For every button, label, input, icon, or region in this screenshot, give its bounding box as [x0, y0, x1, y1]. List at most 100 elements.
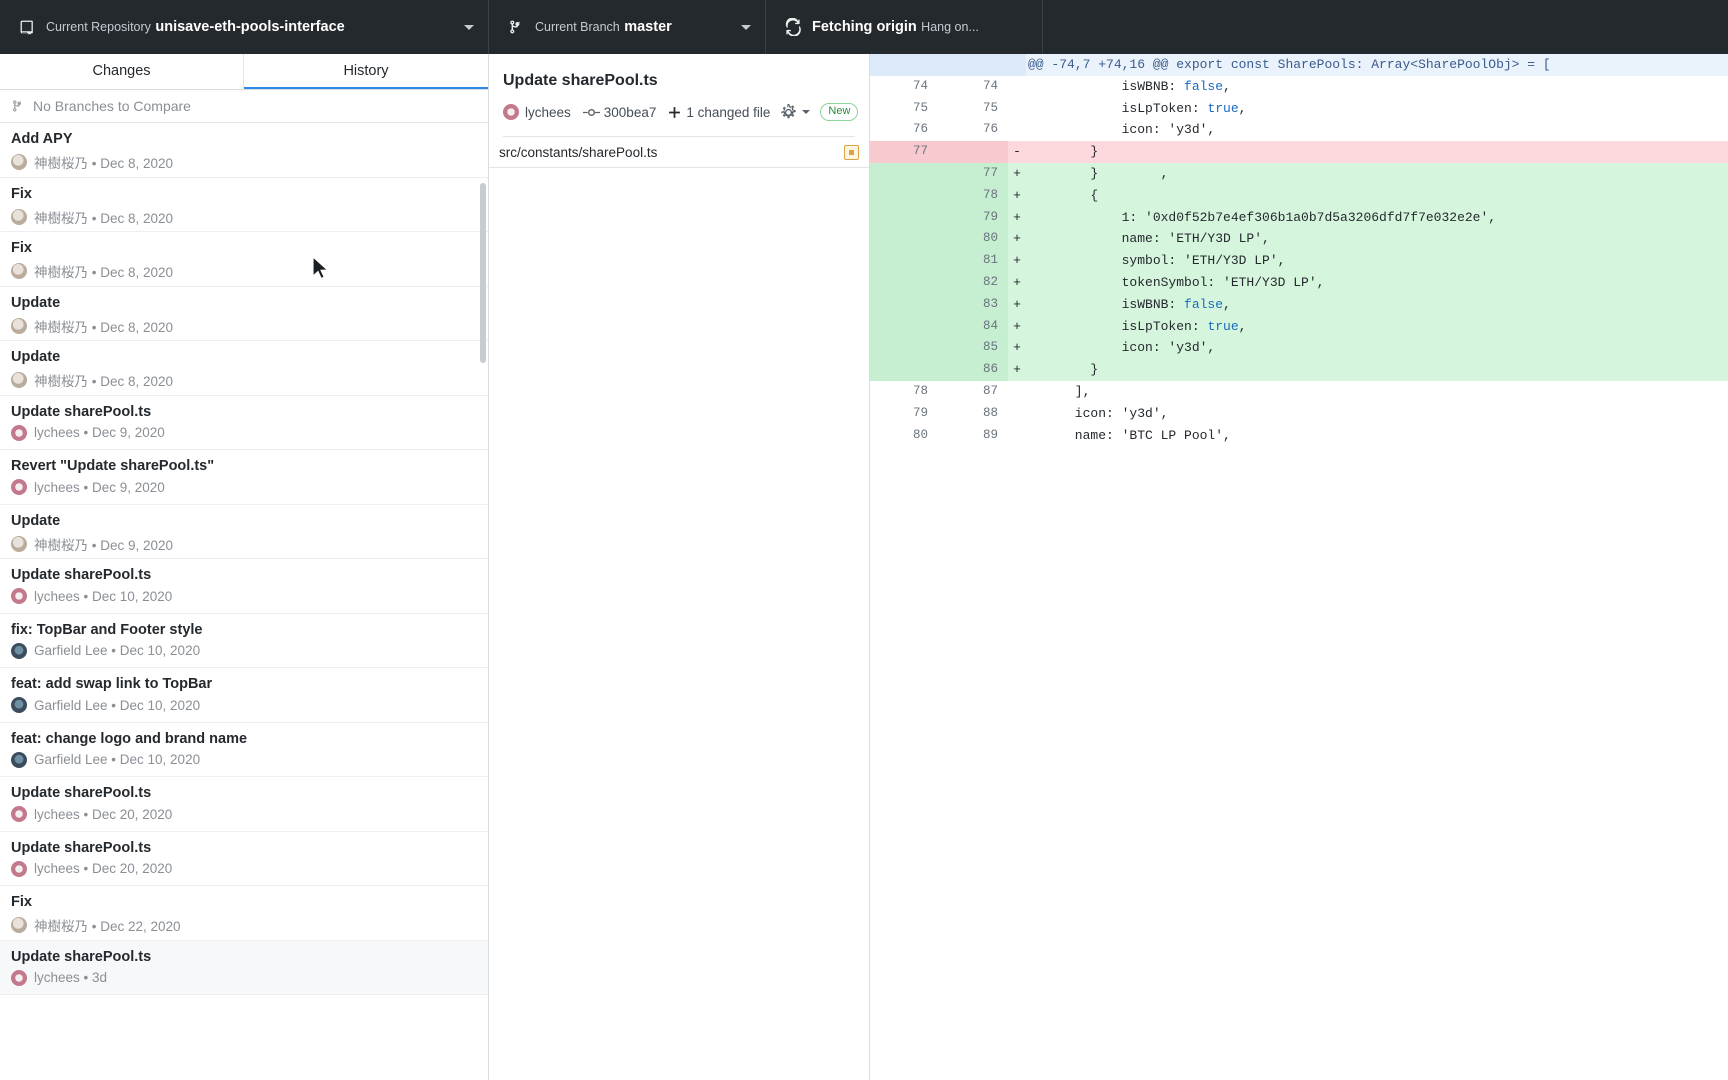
diff-line-ctx[interactable]: 80 89 name: 'BTC LP Pool', — [870, 424, 1728, 447]
commit-list-item[interactable]: Update sharePool.ts lychees • Dec 10, 202… — [0, 559, 488, 614]
toolbar-filler — [1043, 0, 1728, 54]
diff-line-add[interactable]: 79 + 1: '0xd0f52b7e4ef306b1a0b7d5a3206dfd… — [870, 206, 1728, 229]
commit-meta: 神樹桜乃 • Dec 8, 2020 — [11, 152, 476, 172]
commit-detail-header: Update sharePool.ts lychees 300bea7 1 ch… — [489, 54, 869, 137]
diff-code: } — [1028, 144, 1099, 160]
commit-list-scrollbar[interactable] — [480, 183, 486, 363]
diff-old-line-number: 75 — [912, 100, 928, 115]
diff-code: 1: '0xd0f52b7e4ef306b1a0b7d5a3206dfd7f7e… — [1028, 209, 1497, 225]
diff-old-line-number — [870, 271, 938, 294]
diff-line-del[interactable]: 77 - } — [870, 141, 1728, 163]
diff-options-button[interactable] — [780, 103, 811, 121]
diff-old-line-number — [870, 250, 938, 272]
commit-list-item[interactable]: Update 神樹桜乃 • Dec 8, 2020 — [0, 286, 488, 341]
commit-meta: 神樹桜乃 • Dec 8, 2020 — [11, 316, 476, 336]
diff-new-line-number: 89 — [982, 427, 998, 442]
commit-list-item[interactable]: Update sharePool.ts lychees • 3d — [0, 940, 488, 995]
diff-marker — [1008, 98, 1026, 120]
diff-new-line-number: 88 — [982, 405, 998, 420]
changed-files-count: 1 changed file — [668, 105, 770, 120]
sync-icon — [780, 18, 806, 36]
diff-new-line-number: 84 — [938, 315, 1008, 338]
branch-icon — [503, 19, 529, 35]
commit-meta: lychees • Dec 9, 2020 — [11, 424, 476, 441]
current-repository-button[interactable]: Current Repository unisave-eth-pools-int… — [0, 0, 489, 54]
commit-list-item[interactable]: Revert "Update sharePool.ts" lychees • De… — [0, 450, 488, 505]
diff-line-ctx[interactable]: 76 76 icon: 'y3d', — [870, 119, 1728, 142]
github-desktop-window: Current Repository unisave-eth-pools-int… — [0, 0, 1728, 1080]
diff-line-hunk[interactable]: @@ -74,7 +74,16 @@ export const SharePoo… — [870, 54, 1728, 76]
tab-changes[interactable]: Changes — [0, 54, 244, 89]
diff-line-add[interactable]: 81 + symbol: 'ETH/Y3D LP', — [870, 250, 1728, 272]
commit-title: Add APY — [11, 131, 73, 147]
commit-list-item[interactable]: Update sharePool.ts lychees • Dec 20, 202… — [0, 831, 488, 886]
commit-list-item[interactable]: Fix 神樹桜乃 • Dec 8, 2020 — [0, 232, 488, 287]
commit-meta: Garfield Lee • Dec 10, 2020 — [11, 751, 476, 768]
commit-list-item[interactable]: feat: add swap link to TopBar Garfield Le… — [0, 668, 488, 723]
diff-new-line-number: 81 — [938, 250, 1008, 272]
diff-line-ctx[interactable]: 75 75 isLpToken: true, — [870, 97, 1728, 120]
commit-title: feat: change logo and brand name — [11, 730, 248, 747]
diff-line-add[interactable]: 80 + name: 'ETH/Y3D LP', — [870, 228, 1728, 251]
app-toolbar: Current Repository unisave-eth-pools-int… — [0, 0, 1728, 54]
tab-history[interactable]: History — [244, 54, 488, 89]
commit-list-item[interactable]: fix: TopBar and Footer style Garfield Lee… — [0, 613, 488, 668]
commit-author-date: 神樹桜乃 • Dec 8, 2020 — [34, 374, 174, 389]
changed-file-row[interactable]: src/constants/sharePool.ts — [489, 137, 869, 167]
sidebar: Changes History No Branches to Compare A… — [0, 54, 489, 1080]
diff-line-ctx[interactable]: 79 88 icon: 'y3d', — [870, 402, 1728, 425]
commit-list-item[interactable]: Fix 神樹桜乃 • Dec 8, 2020 — [0, 177, 488, 232]
diff-code: isLpToken: true, — [1028, 100, 1247, 116]
diff-code: symbol: 'ETH/Y3D LP', — [1028, 253, 1286, 269]
diff-line-add[interactable]: 83 + isWBNB: false, — [870, 293, 1728, 316]
diff-line-add[interactable]: 77 + } , — [870, 162, 1728, 185]
commit-author-date: lychees • Dec 20, 2020 — [34, 806, 173, 822]
current-branch-button[interactable]: Current Branch master — [489, 0, 766, 54]
diff-line-ctx[interactable]: 78 87 ], — [870, 380, 1728, 403]
commit-meta: 神樹桜乃 • Dec 8, 2020 — [11, 261, 476, 281]
diff-viewer[interactable]: @@ -74,7 +74,16 @@ export const SharePoo… — [870, 54, 1728, 1080]
commit-list-item[interactable]: Add APY 神樹桜乃 • Dec 8, 2020 — [0, 123, 488, 178]
diff-line-ctx[interactable]: 74 74 isWBNB: false, — [870, 75, 1728, 98]
diff-old-line-number — [870, 162, 938, 185]
commit-title: Update sharePool.ts — [11, 567, 152, 583]
repository-label: Current Repository — [46, 20, 151, 34]
commit-list-item[interactable]: Fix 神樹桜乃 • Dec 22, 2020 — [0, 886, 488, 941]
chevron-down-icon — [741, 24, 751, 30]
tab-changes-label: Changes — [92, 62, 151, 79]
avatar — [11, 969, 27, 986]
diff-line-add[interactable]: 86 + } — [870, 359, 1728, 381]
commit-author-date: lychees • Dec 10, 2020 — [34, 588, 173, 604]
commit-sha[interactable]: 300bea7 — [582, 105, 656, 120]
fetch-origin-button[interactable]: Fetching origin Hang on... — [766, 0, 1043, 54]
commit-list-item[interactable]: Update sharePool.ts lychees • Dec 20, 202… — [0, 777, 488, 832]
commit-meta: 神樹桜乃 • Dec 8, 2020 — [11, 370, 476, 390]
diff-line-add[interactable]: 78 + { — [870, 184, 1728, 207]
diff-code: isWBNB: false, — [1028, 296, 1231, 312]
diff-new-line-number: 83 — [938, 293, 1008, 316]
compare-branches-button[interactable]: No Branches to Compare — [0, 90, 488, 123]
diff-new-line-number: 85 — [938, 337, 1008, 360]
commit-list[interactable]: Add APY 神樹桜乃 • Dec 8, 2020 Fix 神樹桜乃 • Dec 8… — [0, 123, 488, 1080]
commit-list-item[interactable]: Update 神樹桜乃 • Dec 8, 2020 — [0, 341, 488, 396]
changed-file-path: src/constants/sharePool.ts — [499, 144, 658, 160]
commit-meta: Garfield Lee • Dec 10, 2020 — [11, 642, 476, 659]
commit-title: Fix — [11, 240, 32, 256]
commit-list-item[interactable]: feat: change logo and brand name Garfield… — [0, 722, 488, 777]
diff-old-line-number — [870, 206, 938, 229]
diff-new-line-number: 76 — [982, 122, 998, 137]
diff-code: icon: 'y3d', — [1028, 405, 1169, 421]
commit-list-item[interactable]: Update sharePool.ts lychees • Dec 9, 2020 — [0, 395, 488, 450]
branch-label: Current Branch — [535, 20, 620, 34]
diff-code: icon: 'y3d', — [1028, 340, 1216, 356]
diff-old-line-number — [870, 359, 938, 381]
diff-old-line-number — [870, 228, 938, 251]
diff-line-add[interactable]: 84 + isLpToken: true, — [870, 315, 1728, 338]
commit-meta: lychees • Dec 20, 2020 — [11, 860, 476, 877]
diff-marker — [1008, 381, 1026, 403]
commit-detail-title: Update sharePool.ts — [503, 72, 658, 89]
commit-list-item[interactable]: Update 神樹桜乃 • Dec 9, 2020 — [0, 504, 488, 559]
diff-line-add[interactable]: 82 + tokenSymbol: 'ETH/Y3D LP', — [870, 271, 1728, 294]
diff-line-add[interactable]: 85 + icon: 'y3d', — [870, 337, 1728, 360]
diff-marker: + — [1013, 187, 1021, 203]
